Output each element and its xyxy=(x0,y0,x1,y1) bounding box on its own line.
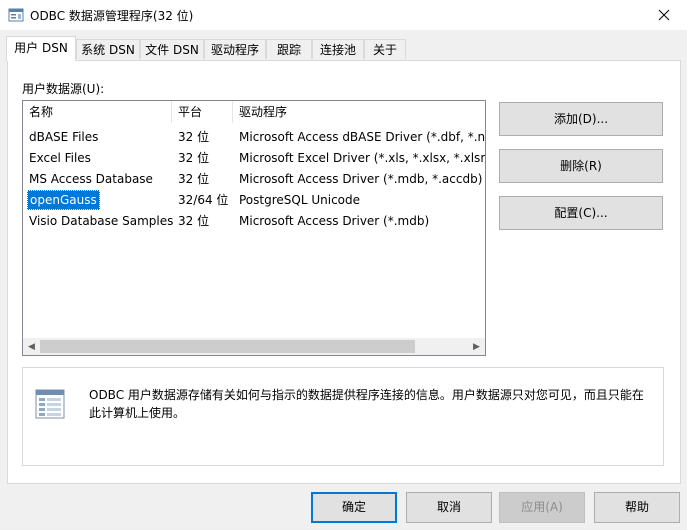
user-dsn-list[interactable]: 名称 平台 驱动程序 dBASE Files 32 位 Microsoft Ac… xyxy=(22,100,486,356)
info-description: ODBC 用户数据源存储有关如何与指示的数据提供程序连接的信息。用户数据源只对您… xyxy=(89,388,644,420)
cancel-button[interactable]: 取消 xyxy=(406,492,492,523)
list-header: 名称 平台 驱动程序 xyxy=(23,101,485,123)
help-button[interactable]: 帮助 xyxy=(594,492,680,523)
dsn-driver: Microsoft Access Driver (*.mdb) xyxy=(239,214,430,228)
list-item-selected[interactable]: openGauss 32/64 位 PostgreSQL Unicode xyxy=(23,190,485,210)
dsn-driver: Microsoft Access dBASE Driver (*.dbf, *.… xyxy=(239,130,485,144)
dsn-platform: 32 位 xyxy=(178,172,210,186)
user-data-sources-label: 用户数据源(U): xyxy=(22,82,105,96)
configure-button[interactable]: 配置(C)... xyxy=(499,196,663,230)
dsn-name: dBASE Files xyxy=(29,130,99,144)
dsn-name: openGauss xyxy=(27,190,100,210)
tab-tracing[interactable]: 跟踪 xyxy=(266,39,312,59)
list-item[interactable]: dBASE Files 32 位 Microsoft Access dBASE … xyxy=(23,127,485,147)
dsn-driver: Microsoft Excel Driver (*.xls, *.xlsx, *… xyxy=(239,151,485,165)
title-bar: ODBC 数据源管理程序(32 位) xyxy=(0,0,687,30)
remove-button[interactable]: 删除(R) xyxy=(499,149,663,183)
info-box: ODBC 用户数据源存储有关如何与指示的数据提供程序连接的信息。用户数据源只对您… xyxy=(22,367,664,466)
dsn-name: Visio Database Samples xyxy=(29,214,174,228)
scrollbar-thumb[interactable] xyxy=(40,340,415,353)
tab-connection-pooling[interactable]: 连接池 xyxy=(312,39,364,59)
dsn-platform: 32 位 xyxy=(178,214,210,228)
dsn-driver: PostgreSQL Unicode xyxy=(239,193,361,207)
close-button[interactable] xyxy=(641,0,687,30)
odbc-admin-window: ODBC 数据源管理程序(32 位) 用户 DSN 系统 DSN 文件 DSN … xyxy=(0,0,687,530)
dsn-platform: 32/64 位 xyxy=(178,193,229,207)
window-title: ODBC 数据源管理程序(32 位) xyxy=(30,9,194,23)
dsn-platform: 32 位 xyxy=(178,151,210,165)
column-header-driver[interactable]: 驱动程序 xyxy=(233,101,485,123)
column-header-platform[interactable]: 平台 xyxy=(172,101,233,123)
tab-file-dsn[interactable]: 文件 DSN xyxy=(140,39,204,59)
scroll-left-icon[interactable]: ◀ xyxy=(23,338,40,355)
ok-button[interactable]: 确定 xyxy=(311,492,397,523)
dsn-platform: 32 位 xyxy=(178,130,210,144)
scroll-right-icon[interactable]: ▶ xyxy=(468,338,485,355)
column-header-name[interactable]: 名称 xyxy=(23,101,172,123)
add-button[interactable]: 添加(D)... xyxy=(499,102,663,136)
dsn-driver: Microsoft Access Driver (*.mdb, *.accdb) xyxy=(239,172,483,186)
tab-drivers[interactable]: 驱动程序 xyxy=(204,39,266,59)
tab-about[interactable]: 关于 xyxy=(364,39,406,59)
odbc-app-icon xyxy=(8,8,24,22)
tab-system-dsn[interactable]: 系统 DSN xyxy=(76,39,140,59)
close-icon xyxy=(658,9,670,21)
dsn-name: MS Access Database xyxy=(29,172,153,186)
apply-button[interactable]: 应用(A) xyxy=(499,492,585,523)
list-item[interactable]: Excel Files 32 位 Microsoft Excel Driver … xyxy=(23,148,485,168)
list-item[interactable]: Visio Database Samples 32 位 Microsoft Ac… xyxy=(23,211,485,231)
horizontal-scrollbar[interactable]: ◀ ▶ xyxy=(23,338,485,355)
dsn-name: Excel Files xyxy=(29,151,91,165)
tab-user-dsn[interactable]: 用户 DSN xyxy=(6,36,76,61)
data-source-icon xyxy=(35,389,65,419)
list-item[interactable]: MS Access Database 32 位 Microsoft Access… xyxy=(23,169,485,189)
